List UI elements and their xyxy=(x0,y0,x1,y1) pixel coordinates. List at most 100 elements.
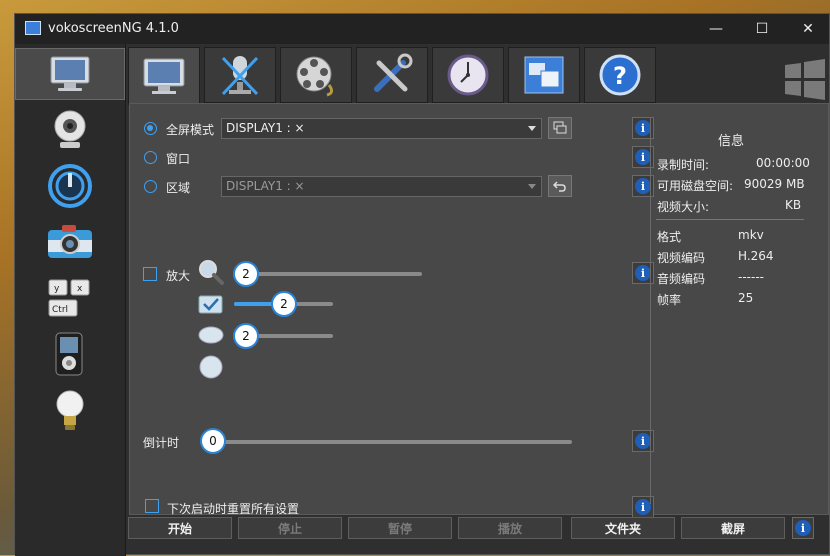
area-reset-button[interactable] xyxy=(548,175,572,197)
maximize-button[interactable]: ☐ xyxy=(739,14,785,44)
tools-icon xyxy=(374,53,413,92)
title-bar: vokoscreenNG 4.1.0 — ☐ ✕ xyxy=(15,14,829,44)
info-label-video-codec: 视频编码 xyxy=(657,251,706,265)
info-icon: i xyxy=(635,433,651,449)
rectangle-shape-icon xyxy=(198,295,223,314)
monitor-icon xyxy=(50,56,90,91)
camera-icon xyxy=(48,225,92,258)
info-value-video-codec: H.264 xyxy=(738,249,774,263)
tab-help[interactable]: ? xyxy=(584,47,656,103)
sidebar-item-player[interactable] xyxy=(15,328,125,380)
webcam-icon xyxy=(54,110,86,148)
area-radio[interactable] xyxy=(144,180,157,193)
sidebar-item-screen[interactable] xyxy=(15,48,125,100)
sidebar-item-webcam[interactable] xyxy=(15,104,125,156)
close-button[interactable]: ✕ xyxy=(785,14,830,44)
undo-icon xyxy=(553,181,566,192)
svg-text:Ctrl: Ctrl xyxy=(52,305,68,315)
monitor-icon xyxy=(143,58,185,94)
sidebar-item-tips[interactable] xyxy=(15,384,125,436)
magnifier-label: 放大 xyxy=(166,269,191,283)
info-icon: i xyxy=(635,265,651,281)
reset-settings-checkbox[interactable] xyxy=(145,499,159,513)
reset-settings-label: 下次启动时重置所有设置 xyxy=(167,502,300,516)
info-value-disk-space: 90029 MB xyxy=(744,177,805,191)
countdown-slider-track[interactable] xyxy=(200,440,572,444)
info-label-video-size: 视频大小: xyxy=(657,200,710,214)
svg-text:x: x xyxy=(77,284,83,294)
magnifier-slider-knob[interactable]: 2 xyxy=(233,261,259,287)
app-window: vokoscreenNG 4.1.0 — ☐ ✕ y x Ctrl ? 全屏模式… xyxy=(14,13,830,556)
magnifier-checkbox[interactable] xyxy=(143,267,157,281)
folder-button[interactable]: 文件夹 xyxy=(571,517,675,539)
window-icon xyxy=(524,56,564,94)
tab-bar: ? xyxy=(128,47,830,105)
window-label: 窗口 xyxy=(166,152,191,166)
media-player-icon xyxy=(55,332,83,376)
sidebar-item-logo[interactable] xyxy=(15,160,125,212)
countdown-slider-knob[interactable]: 0 xyxy=(200,428,226,454)
window-title: vokoscreenNG 4.1.0 xyxy=(48,21,179,36)
app-icon xyxy=(25,21,41,35)
info-icon: i xyxy=(635,120,651,136)
info-separator xyxy=(656,219,804,220)
info-heading: 信息 xyxy=(718,134,745,149)
info-icon: i xyxy=(635,499,651,515)
sidebar-item-keyboard[interactable]: y x Ctrl xyxy=(15,272,125,324)
vokoscreen-logo-icon xyxy=(48,164,92,208)
lightbulb-icon xyxy=(56,390,84,430)
ellipse-slider-knob[interactable]: 2 xyxy=(233,323,259,349)
bottom-info-button[interactable]: i xyxy=(792,517,814,539)
circle-shape-icon xyxy=(199,355,223,379)
tab-audio[interactable] xyxy=(204,47,276,103)
display-select-value: DISPLAY1 : × xyxy=(226,121,305,135)
countdown-label: 倒计时 xyxy=(143,436,180,450)
info-label-framerate: 帧率 xyxy=(657,293,682,307)
bottom-toolbar: 开始 停止 暂停 播放 文件夹 截屏 i xyxy=(128,517,830,543)
start-button[interactable]: 开始 xyxy=(128,517,232,539)
info-label-audio-codec: 音频编码 xyxy=(657,272,706,286)
windows-logo-icon xyxy=(785,59,825,100)
magnifier-size-slider-knob[interactable]: 2 xyxy=(271,291,297,317)
area-display-select-value: DISPLAY1 : × xyxy=(226,179,305,193)
tab-window[interactable] xyxy=(508,47,580,103)
tab-timer[interactable] xyxy=(432,47,504,103)
info-value-video-size: KB xyxy=(785,198,802,212)
display-select[interactable]: DISPLAY1 : × xyxy=(221,118,542,139)
clock-icon xyxy=(447,54,489,96)
window-radio[interactable] xyxy=(144,151,157,164)
help-icon: ? xyxy=(599,54,641,96)
screen-identify-button[interactable] xyxy=(548,117,572,139)
sidebar-item-screenshot[interactable] xyxy=(15,216,125,268)
info-value-framerate: 25 xyxy=(738,291,754,305)
info-icon: i xyxy=(795,520,811,536)
fullscreen-radio[interactable] xyxy=(144,122,157,135)
tab-screen[interactable] xyxy=(128,47,200,105)
info-label-format: 格式 xyxy=(657,230,682,244)
play-button[interactable]: 播放 xyxy=(458,517,562,539)
stop-button[interactable]: 停止 xyxy=(238,517,342,539)
microphone-disabled-icon xyxy=(221,56,259,96)
info-label-disk-space: 可用磁盘空间: xyxy=(657,179,734,193)
info-value-record-time: 00:00:00 xyxy=(756,156,810,170)
magnifier-icon xyxy=(199,260,224,285)
area-label: 区域 xyxy=(166,181,191,195)
info-icon: i xyxy=(635,149,651,165)
info-divider xyxy=(650,118,651,504)
screenshot-button[interactable]: 截屏 xyxy=(681,517,785,539)
tab-tools[interactable] xyxy=(356,47,428,103)
minimize-button[interactable]: — xyxy=(693,14,739,44)
sidebar: y x Ctrl xyxy=(15,44,126,556)
ellipse-shape-icon xyxy=(198,326,224,344)
magnifier-slider-track[interactable] xyxy=(234,272,422,276)
tab-codec[interactable] xyxy=(280,47,352,103)
info-icon: i xyxy=(635,178,651,194)
fullscreen-label: 全屏模式 xyxy=(166,123,215,137)
info-value-audio-codec: ------ xyxy=(738,270,764,284)
info-value-format: mkv xyxy=(738,228,764,242)
monitor-small-icon xyxy=(553,121,567,134)
svg-text:y: y xyxy=(54,284,60,294)
svg-text:?: ? xyxy=(613,62,627,90)
area-display-select[interactable]: DISPLAY1 : × xyxy=(221,176,542,197)
pause-button[interactable]: 暂停 xyxy=(348,517,452,539)
